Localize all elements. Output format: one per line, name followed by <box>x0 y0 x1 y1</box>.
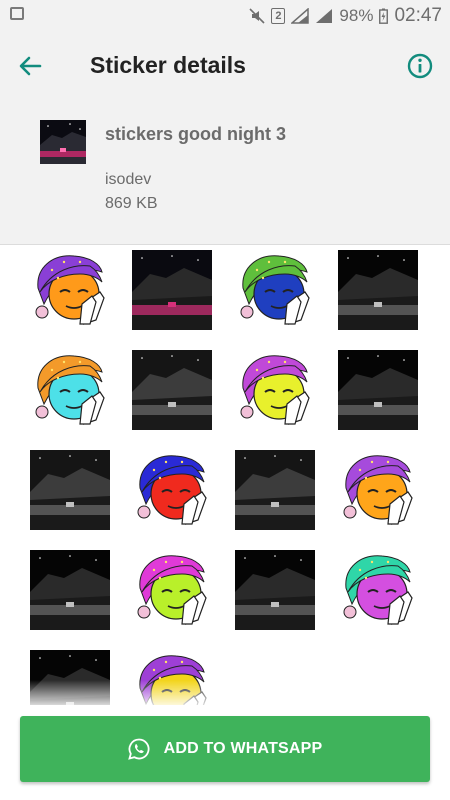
page-title: Sticker details <box>90 52 246 78</box>
status-icons: 2 98% 02:47 <box>249 0 442 32</box>
pack-name: stickers good night 3 <box>105 124 287 144</box>
add-to-whatsapp-label: ADD TO WHATSAPP <box>163 740 323 757</box>
sticker-thumbnail[interactable] <box>235 550 315 630</box>
sticker-thumbnail[interactable] <box>132 550 212 630</box>
clock: 02:47 <box>394 5 442 26</box>
sticker-thumbnail[interactable] <box>338 250 418 330</box>
sim-slot-icon: 2 <box>271 8 286 24</box>
image-notification-icon <box>10 7 24 20</box>
cell-signal-icon <box>316 9 333 23</box>
sticker-thumbnail[interactable] <box>338 550 418 630</box>
sticker-thumbnail[interactable] <box>30 550 110 630</box>
sticker-thumbnail[interactable] <box>30 250 110 330</box>
arrow-left-icon[interactable] <box>16 52 44 80</box>
status-bar: 2 98% 02:47 <box>0 0 450 32</box>
battery-percentage: 98% <box>339 6 374 25</box>
pack-publisher: isodev <box>105 171 152 188</box>
mute-icon <box>249 8 265 24</box>
sticker-thumbnail[interactable] <box>235 450 315 530</box>
add-to-whatsapp-button[interactable]: ADD TO WHATSAPP <box>20 716 430 782</box>
sticker-grid <box>0 245 450 710</box>
sticker-thumbnail[interactable] <box>132 250 212 330</box>
sticker-thumbnail[interactable] <box>235 350 315 430</box>
app-bar: Sticker details <box>0 32 450 100</box>
whatsapp-icon <box>127 738 150 760</box>
sticker-thumbnail[interactable] <box>30 350 110 430</box>
bottom-bar: ADD TO WHATSAPP <box>0 705 450 800</box>
sticker-thumbnail[interactable] <box>338 350 418 430</box>
sticker-thumbnail[interactable] <box>132 450 212 530</box>
pack-size: 869 KB <box>105 195 158 212</box>
battery-charging-icon <box>379 8 389 24</box>
sticker-thumbnail[interactable] <box>338 450 418 530</box>
sticker-thumbnail[interactable] <box>132 350 212 430</box>
info-icon[interactable] <box>406 52 434 80</box>
sticker-thumbnail[interactable] <box>235 250 315 330</box>
sticker-thumbnail[interactable] <box>30 450 110 530</box>
wifi-signal-icon <box>291 8 310 24</box>
pack-header: stickers good night 3 isodev 869 KB <box>0 100 450 245</box>
tray-icon-image <box>40 120 86 164</box>
